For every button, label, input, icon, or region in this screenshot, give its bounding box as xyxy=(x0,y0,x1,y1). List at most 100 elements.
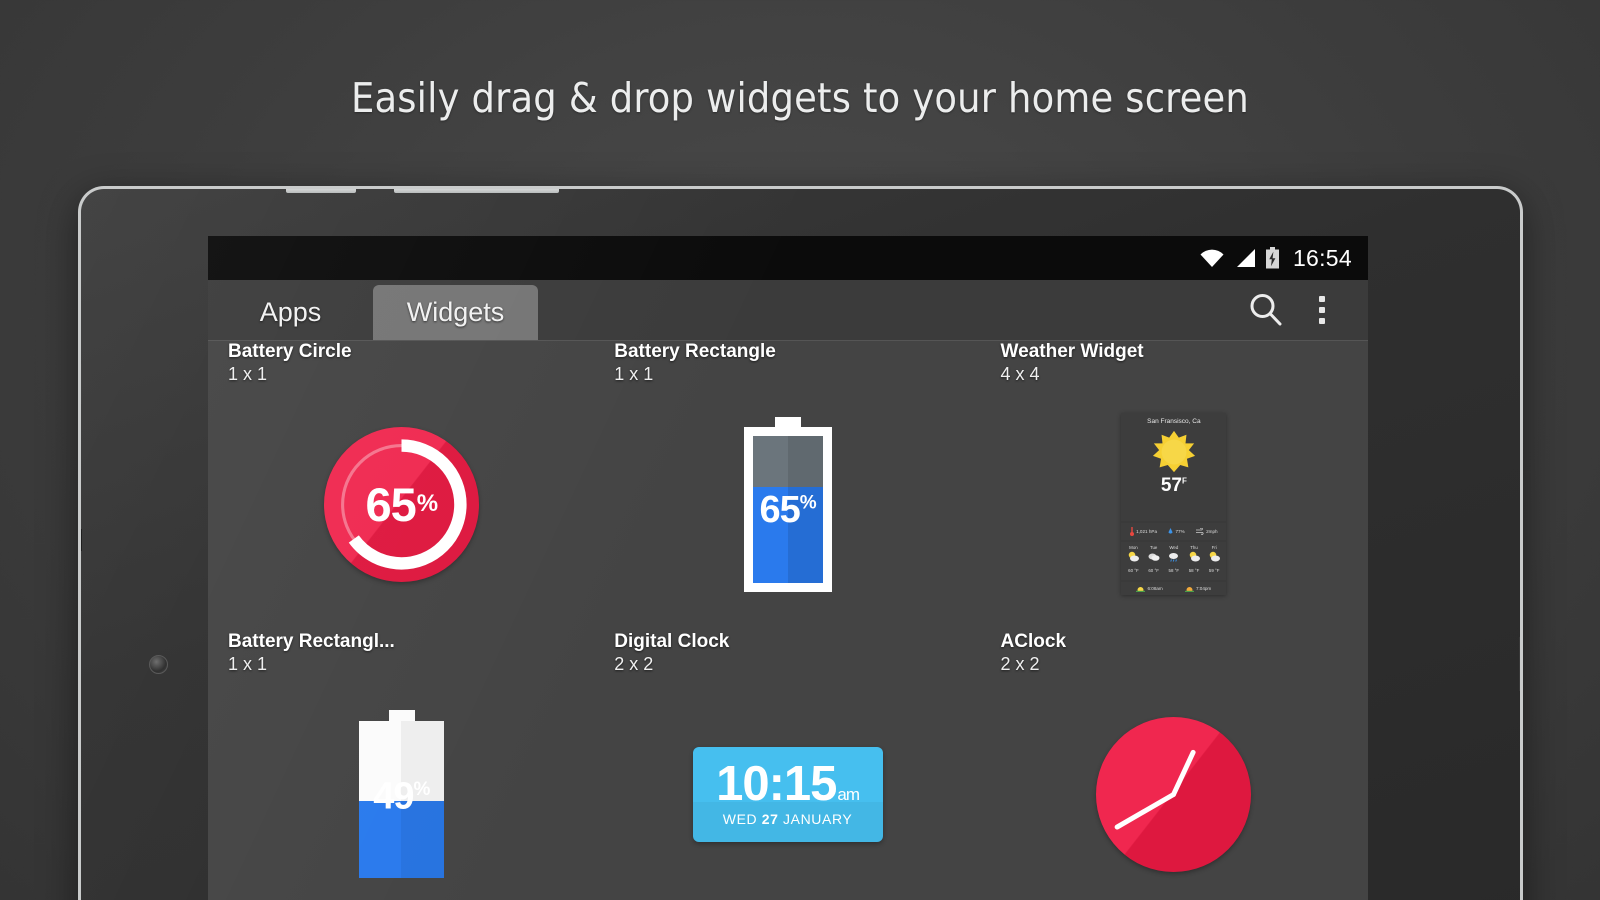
widget-title: Weather Widget xyxy=(1000,341,1144,362)
overflow-menu-button[interactable] xyxy=(1298,279,1346,340)
weather-sunrise-value: 6:08am xyxy=(1147,586,1163,591)
widget-item-battery-rectangle-alt[interactable]: Battery Rectangl... 1 x 1 49% xyxy=(208,631,595,900)
widget-title: AClock xyxy=(1000,631,1067,652)
overflow-menu-icon-dot-3 xyxy=(1319,317,1325,324)
widget-preview: 65% xyxy=(208,389,595,619)
tablet-power-button xyxy=(1519,637,1520,691)
battery-body: 65% xyxy=(743,426,832,592)
widget-preview xyxy=(981,679,1368,900)
widget-item-battery-circle[interactable]: Battery Circle 1 x 1 65% xyxy=(208,341,595,631)
analog-clock-preview xyxy=(1096,716,1252,872)
battery-circle-percent: 65 xyxy=(365,477,417,531)
widget-size: 2 x 2 xyxy=(614,654,654,674)
widget-item-battery-rectangle[interactable]: Battery Rectangle 1 x 1 65% xyxy=(594,341,981,631)
widget-label: Weather Widget 4 x 4 xyxy=(981,341,1368,385)
widget-label: AClock 2 x 2 xyxy=(981,631,1368,675)
tablet-side-port xyxy=(81,529,82,551)
forecast-day-name: Wed xyxy=(1169,545,1179,550)
battery-circle-preview: 65% xyxy=(323,426,479,582)
forecast-day: Wed 58 °F xyxy=(1167,545,1180,578)
widget-label: Battery Circle 1 x 1 xyxy=(208,341,595,385)
tab-apps[interactable]: Apps xyxy=(208,285,373,340)
widget-label: Battery Rectangl... 1 x 1 xyxy=(208,631,595,675)
page-title: Easily drag & drop widgets to your home … xyxy=(350,74,1250,122)
weather-stat-humidity: 77% xyxy=(1168,527,1185,536)
weather-sunrise: 6:08am xyxy=(1136,585,1163,592)
tablet-volume-button xyxy=(81,364,82,404)
widget-row: Battery Rectangl... 1 x 1 49% Digital Cl… xyxy=(208,631,1368,900)
digital-clock-preview: 10:15am WED 27 JANUARY xyxy=(692,746,883,842)
digital-clock-time-value: 10:15 xyxy=(716,757,837,812)
widget-size: 2 x 2 xyxy=(1000,654,1040,674)
widget-title: Digital Clock xyxy=(614,631,730,652)
sun-cloud-icon xyxy=(1128,551,1139,562)
forecast-day-name: Mon xyxy=(1129,545,1138,550)
battery-rectangle-value: 65% xyxy=(753,489,823,532)
tablet-device: 16:54 Apps Widgets Battery Circle 1 x 1 … xyxy=(78,186,1523,900)
tablet-camera xyxy=(149,655,168,674)
search-button[interactable] xyxy=(1234,279,1298,340)
weather-temp-value: 57 xyxy=(1160,475,1182,496)
forecast-day: Mon 60 °F xyxy=(1127,545,1140,578)
widget-item-digital-clock[interactable]: Digital Clock 2 x 2 10:15am WED 27 JANUA… xyxy=(594,631,981,900)
thermometer-icon xyxy=(1130,527,1135,536)
cloud-icon xyxy=(1148,553,1160,561)
digital-clock-date: WED 27 JANUARY xyxy=(723,811,853,827)
wifi-icon xyxy=(1200,249,1224,267)
forecast-day: Tue 60 °F xyxy=(1147,545,1160,578)
battery-rectangle-preview: 65% xyxy=(743,416,832,592)
widget-preview: 49% xyxy=(208,679,595,900)
widget-grid: Battery Circle 1 x 1 65% Battery Rectang… xyxy=(208,341,1368,900)
forecast-day-name: Tue xyxy=(1149,545,1158,550)
sunrise-icon xyxy=(1136,587,1146,592)
widget-item-weather[interactable]: Weather Widget 4 x 4 San Fransisco, Ca 5… xyxy=(981,341,1368,631)
battery-rectangle-percent: 65 xyxy=(759,489,800,532)
weather-stats-row: 1,021 hPa 77% 2mph xyxy=(1121,523,1227,540)
status-bar-clock: 16:54 xyxy=(1292,244,1352,271)
widget-label: Digital Clock 2 x 2 xyxy=(594,631,981,675)
widget-size: 1 x 1 xyxy=(614,364,654,384)
battery-alt-percent: 49 xyxy=(373,775,414,818)
weather-wind-value: 2mph xyxy=(1206,529,1218,534)
tablet-top-button-a xyxy=(286,189,356,193)
widget-size: 4 x 4 xyxy=(1000,364,1040,384)
weather-city: San Fransisco, Ca xyxy=(1147,418,1201,425)
widget-size: 1 x 1 xyxy=(228,654,268,674)
battery-charging-icon xyxy=(1265,247,1279,269)
widget-label: Battery Rectangle 1 x 1 xyxy=(594,341,981,385)
status-bar: 16:54 xyxy=(208,236,1368,280)
forecast-day-temp: 59 °F xyxy=(1208,568,1220,573)
weather-humidity-value: 77% xyxy=(1175,529,1185,534)
digital-clock-month: JANUARY xyxy=(783,810,853,827)
forecast-day-name: Fri xyxy=(1211,545,1217,550)
tab-widgets[interactable]: Widgets xyxy=(373,285,538,340)
forecast-day: Thu 58 °F xyxy=(1188,545,1201,578)
weather-main: San Fransisco, Ca 57F xyxy=(1121,413,1227,521)
weather-forecast-row: Mon 60 °F Tue 60 °F Wed 58 °F Thu 58 °F … xyxy=(1121,542,1227,580)
weather-pressure-value: 1,021 hPa xyxy=(1136,529,1158,534)
forecast-day-temp: 60 °F xyxy=(1128,568,1139,573)
sun-cloud-icon xyxy=(1189,551,1200,562)
forecast-day-temp: 58 °F xyxy=(1188,568,1200,573)
forecast-day: Fri 59 °F xyxy=(1208,545,1221,578)
widget-title: Battery Rectangle xyxy=(614,341,776,362)
search-icon xyxy=(1250,293,1282,325)
signal-icon xyxy=(1236,249,1255,267)
widget-preview: 65% xyxy=(594,389,981,619)
tablet-top-button-b xyxy=(394,189,559,193)
weather-sunset-value: 7:04pm xyxy=(1195,586,1212,591)
widget-item-analog-clock[interactable]: AClock 2 x 2 xyxy=(981,631,1368,900)
overflow-menu-icon xyxy=(1319,295,1325,302)
sunset-icon xyxy=(1184,587,1194,592)
forecast-day-name: Thu xyxy=(1190,545,1198,550)
overflow-menu-icon-dot-2 xyxy=(1319,306,1325,313)
weather-stat-wind: 2mph xyxy=(1196,528,1218,535)
widget-preview: 10:15am WED 27 JANUARY xyxy=(594,679,981,900)
droplet-icon xyxy=(1168,527,1174,534)
weather-temperature: 57F xyxy=(1121,476,1226,495)
widget-row: Battery Circle 1 x 1 65% Battery Rectang… xyxy=(208,341,1368,631)
digital-clock-time: 10:15am xyxy=(716,760,860,809)
weather-stat-pressure: 1,021 hPa xyxy=(1130,527,1157,536)
battery-rectangle-unit: % xyxy=(799,492,817,514)
forecast-day-temp: 58 °F xyxy=(1168,568,1180,573)
